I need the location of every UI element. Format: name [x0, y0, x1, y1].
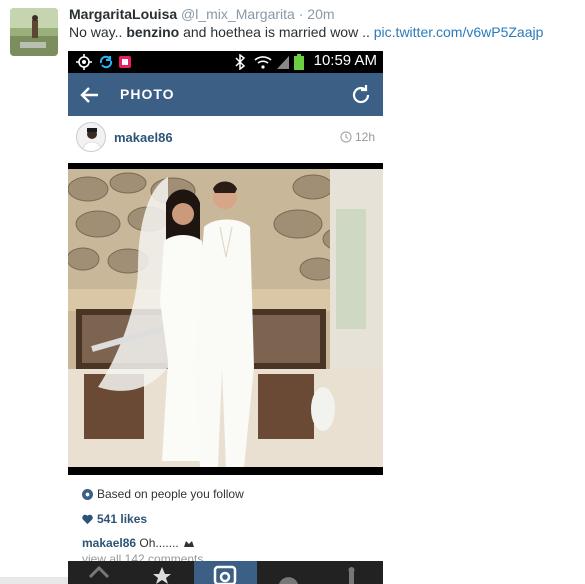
instagram-tab-bar	[68, 561, 383, 584]
tab-camera[interactable]	[194, 561, 257, 584]
page-scrollbar[interactable]	[0, 577, 68, 584]
post-header: makael86 12h	[68, 117, 383, 161]
tweet-pic-link[interactable]: pic.twitter.com/v6wP5Zaajp	[374, 24, 544, 40]
tweet-separator: ·	[298, 6, 304, 22]
instagram-app-bar: PHOTO	[68, 73, 383, 116]
suggestion-line: Based on people you follow	[82, 487, 244, 501]
emoji-icon	[184, 541, 195, 547]
profile-icon	[348, 567, 355, 584]
signal-icon	[277, 56, 289, 69]
wedding-photo-image	[68, 169, 383, 467]
tab-activity[interactable]	[257, 561, 320, 584]
wifi-icon	[254, 56, 272, 69]
heart-icon	[82, 514, 93, 525]
post-age-text: 12h	[354, 130, 375, 144]
location-icon	[76, 54, 92, 70]
post-username[interactable]: makael86	[114, 130, 173, 145]
tweet: MargaritaLouisa @l_mix_Margarita · 20m N…	[0, 0, 585, 584]
tweet-text-bold: benzino	[126, 24, 180, 40]
tweet-text-end: and hoethea is married wow ..	[183, 24, 370, 40]
tab-profile[interactable]	[320, 561, 383, 584]
comment-text: Oh.......	[139, 536, 179, 550]
tweet-text: No way.. benzino and hoethea is married …	[69, 24, 543, 40]
tab-explore[interactable]	[131, 561, 194, 584]
phone-screenshot[interactable]: 10:59 AM PHOTO makael86 12h Based on peo…	[68, 51, 383, 584]
likes-count: 541 likes	[97, 512, 148, 526]
tweet-header: MargaritaLouisa @l_mix_Margarita · 20m	[69, 6, 335, 22]
sync-icon	[99, 55, 113, 69]
tweet-author-handle[interactable]: @l_mix_Margarita	[181, 6, 295, 22]
bluetooth-icon	[235, 54, 246, 70]
people-icon	[82, 489, 93, 500]
camera-icon	[213, 565, 237, 584]
tweet-avatar[interactable]	[10, 8, 58, 56]
comment-username[interactable]: makael86	[82, 536, 136, 550]
activity-icon	[279, 577, 298, 584]
home-icon	[88, 565, 110, 579]
battery-icon	[294, 54, 304, 70]
status-clock: 10:59 AM	[313, 52, 377, 69]
tweet-author-name[interactable]: MargaritaLouisa	[69, 6, 177, 22]
star-icon	[153, 567, 171, 584]
comment-line: makael86 Oh.......	[82, 536, 200, 550]
suggestion-text: Based on people you follow	[97, 487, 244, 501]
app-notification-icon	[119, 56, 131, 68]
likes-line[interactable]: 541 likes	[82, 512, 147, 526]
status-bar: 10:59 AM	[68, 51, 383, 73]
tweet-text-start: No way..	[69, 24, 123, 40]
post-user-avatar[interactable]	[76, 122, 106, 152]
post-age: 12h	[340, 130, 375, 144]
screen-title: PHOTO	[120, 86, 175, 102]
arrow-left-icon[interactable]	[78, 83, 102, 107]
tab-home[interactable]	[68, 561, 131, 584]
tweet-timestamp[interactable]: 20m	[307, 6, 334, 22]
post-photo[interactable]	[68, 163, 383, 475]
refresh-icon[interactable]	[349, 83, 373, 107]
clock-icon	[340, 131, 352, 143]
